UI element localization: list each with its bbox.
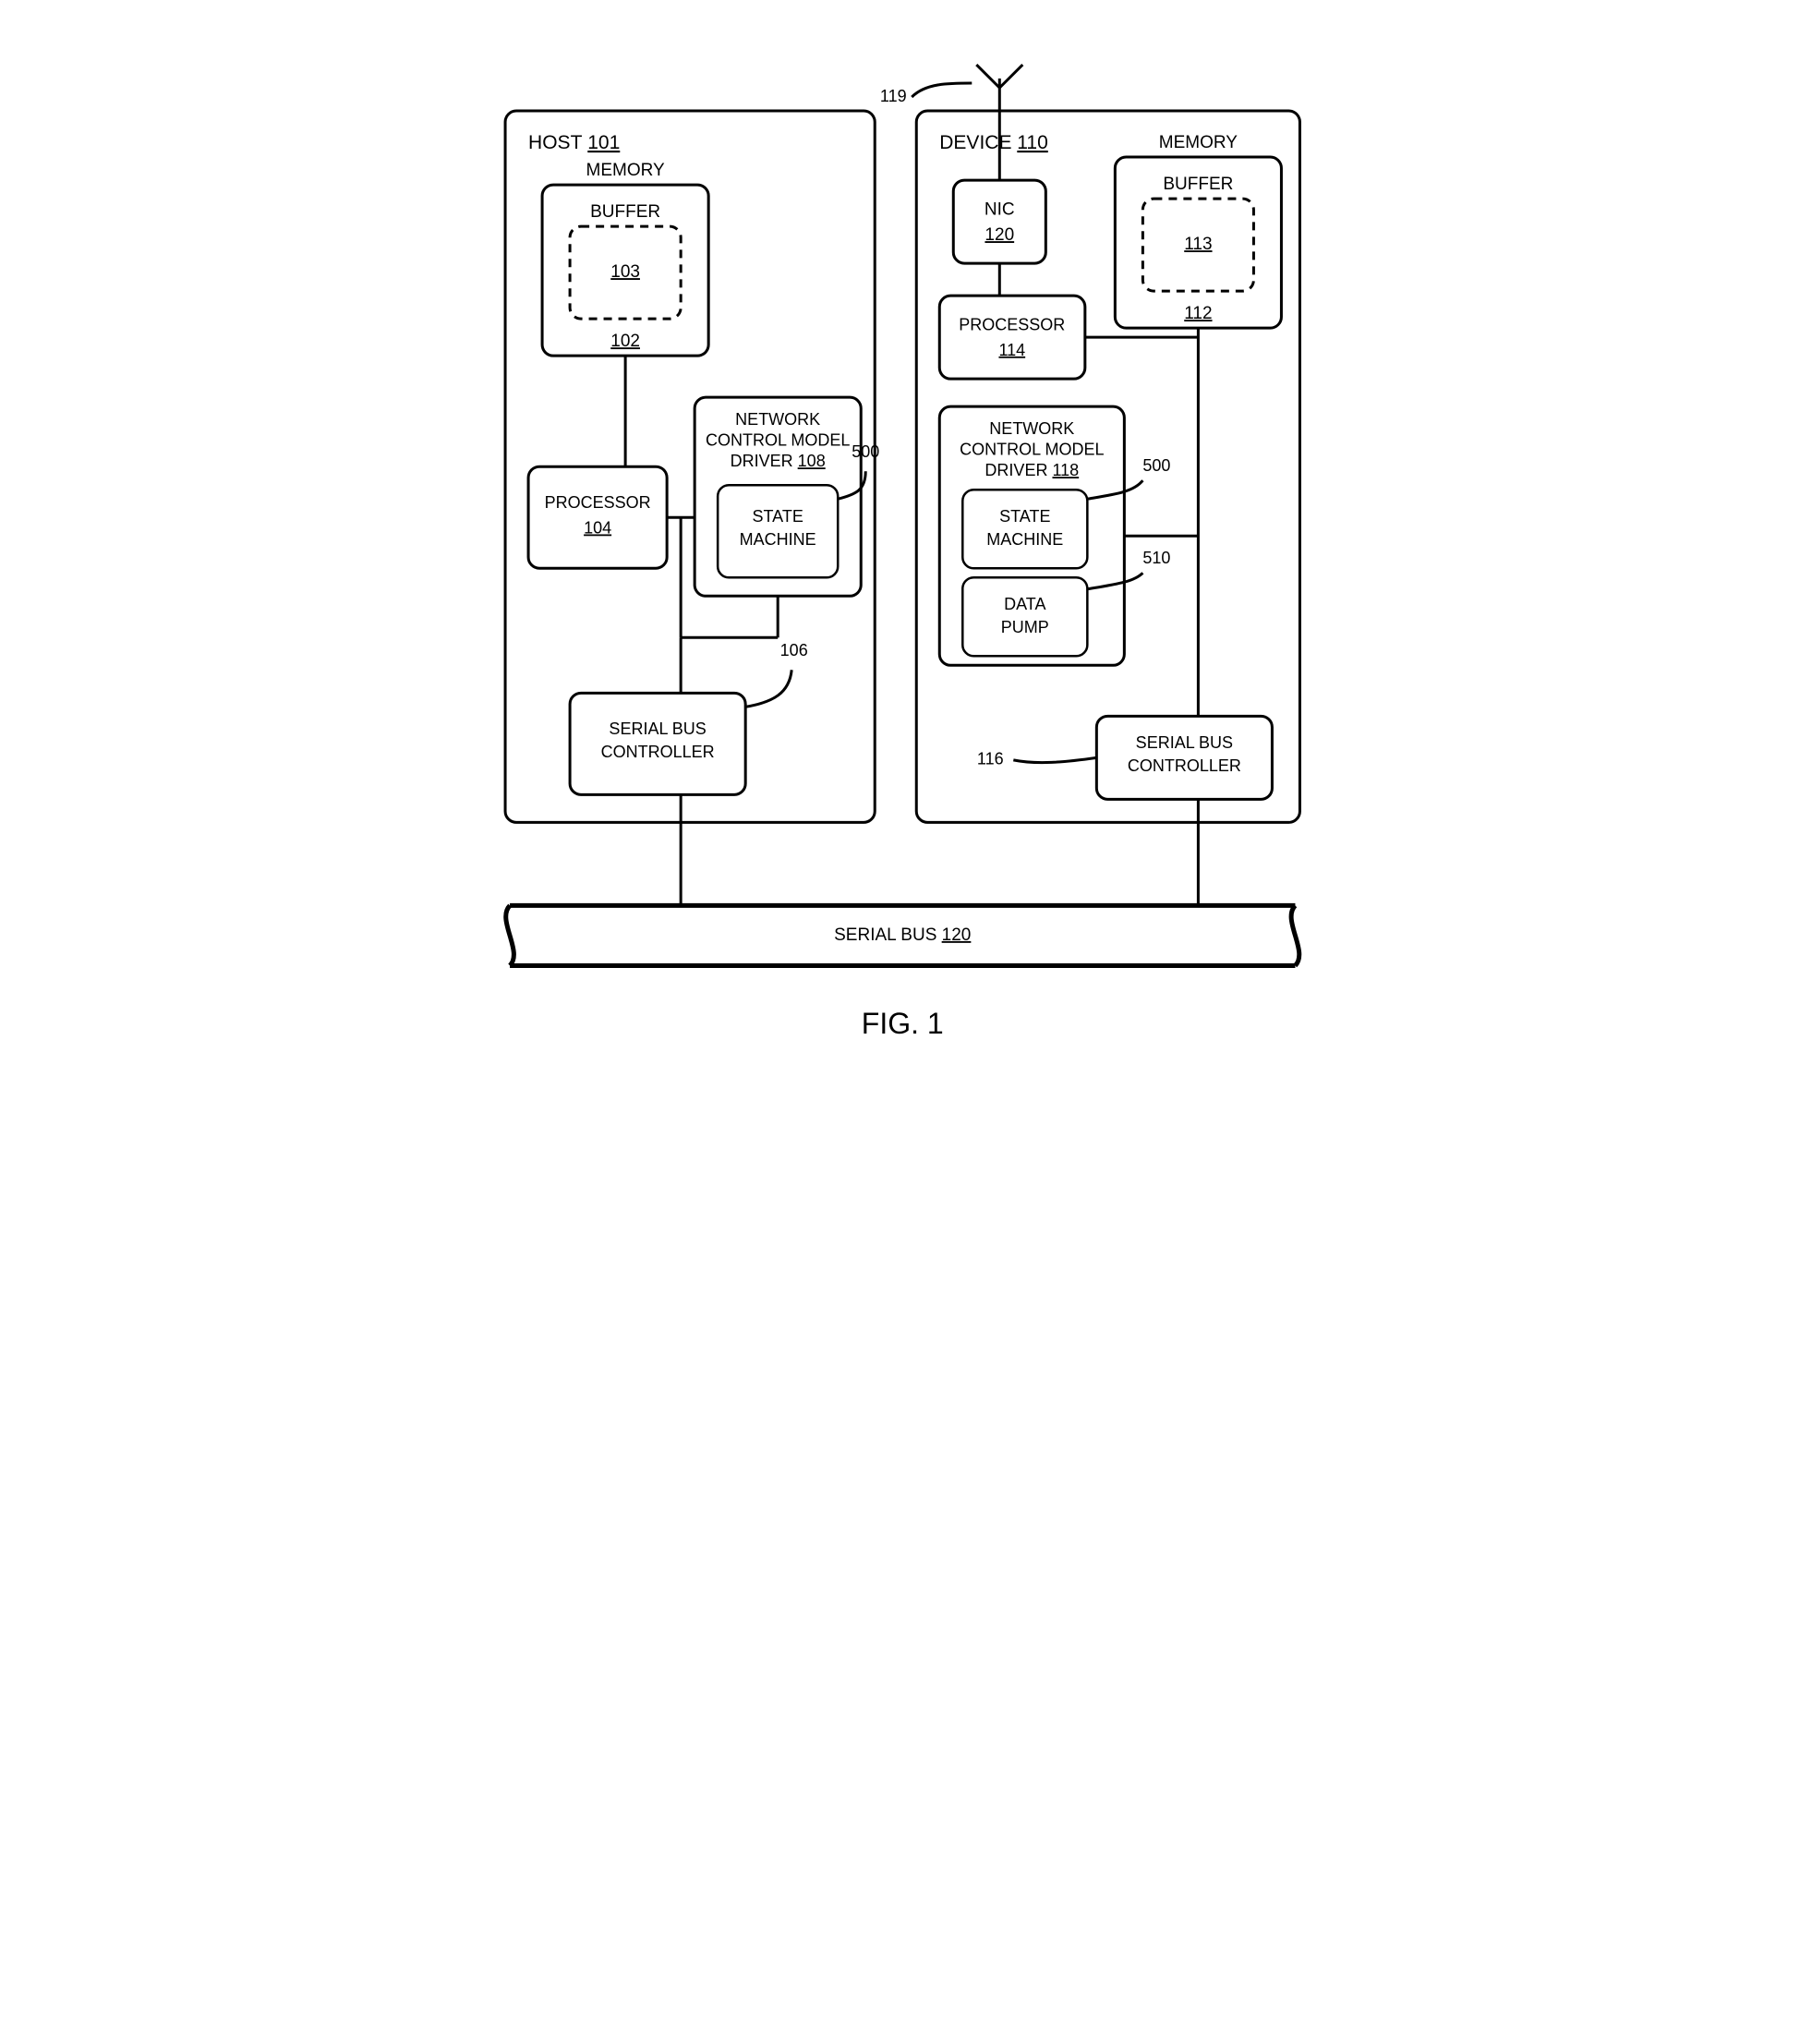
host-title: HOST 101 (528, 132, 620, 153)
device-memory-ref: 112 (1184, 304, 1212, 323)
device-nic-label: NIC (985, 200, 1015, 220)
device-nic-ref: 120 (985, 225, 1014, 245)
device-state-l1: STATE (999, 507, 1050, 526)
host-driver-l1: NETWORK (735, 410, 820, 429)
device-state-callout: 500 (1142, 456, 1170, 475)
device-driver-l2: CONTROL MODEL (960, 440, 1104, 458)
device-processor-box (939, 296, 1085, 379)
device-pump-l1: DATA (1004, 595, 1045, 613)
device-processor-ref: 114 (998, 341, 1025, 359)
device-buffer-ref: 113 (1184, 235, 1212, 254)
serial-bus-label: SERIAL BUS 120 (834, 925, 971, 945)
antenna-callout-line (912, 83, 972, 97)
host-state-callout: 500 (852, 442, 879, 461)
device-state-machine-box (962, 490, 1087, 568)
device-buffer-label: BUFFER (1163, 175, 1233, 194)
device-state-l2: MACHINE (986, 530, 1063, 549)
device-sbc-l2: CONTROLLER (1128, 756, 1241, 775)
antenna-callout: 119 (880, 87, 907, 105)
host-processor-label: PROCESSOR (545, 493, 651, 512)
device-pump-l2: PUMP (1001, 618, 1049, 636)
system-block-diagram: HOST 101 MEMORY BUFFER 103 102 PROCESSOR… (450, 37, 1350, 1059)
device-memory-label: MEMORY (1159, 133, 1238, 152)
device-driver-l1: NETWORK (989, 419, 1074, 438)
device-data-pump-box (962, 577, 1087, 656)
device-pump-callout: 510 (1142, 549, 1170, 567)
device-sbc-l1: SERIAL BUS (1136, 733, 1233, 752)
host-sbc-l2: CONTROLLER (601, 743, 715, 761)
figure-label: FIG. 1 (862, 1007, 944, 1040)
host-processor-box (528, 466, 667, 568)
device-title: DEVICE 110 (939, 132, 1048, 153)
device-sbc-callout: 116 (977, 750, 1004, 768)
host-buffer-ref: 103 (610, 262, 640, 282)
device-driver-l3: DRIVER 118 (985, 461, 1079, 479)
host-state-l2: MACHINE (740, 530, 816, 549)
host-sbc-callout: 106 (780, 641, 808, 659)
host-sbc-l1: SERIAL BUS (609, 720, 706, 738)
host-memory-label: MEMORY (586, 161, 665, 180)
host-state-l1: STATE (753, 507, 803, 526)
host-processor-ref: 104 (584, 518, 611, 537)
device-processor-label: PROCESSOR (959, 315, 1065, 333)
host-memory-ref: 102 (610, 332, 640, 351)
host-driver-l2: CONTROL MODEL (706, 430, 850, 449)
host-buffer-label: BUFFER (590, 202, 660, 222)
host-driver-l3: DRIVER 108 (731, 452, 826, 470)
device-nic-box (953, 180, 1045, 263)
